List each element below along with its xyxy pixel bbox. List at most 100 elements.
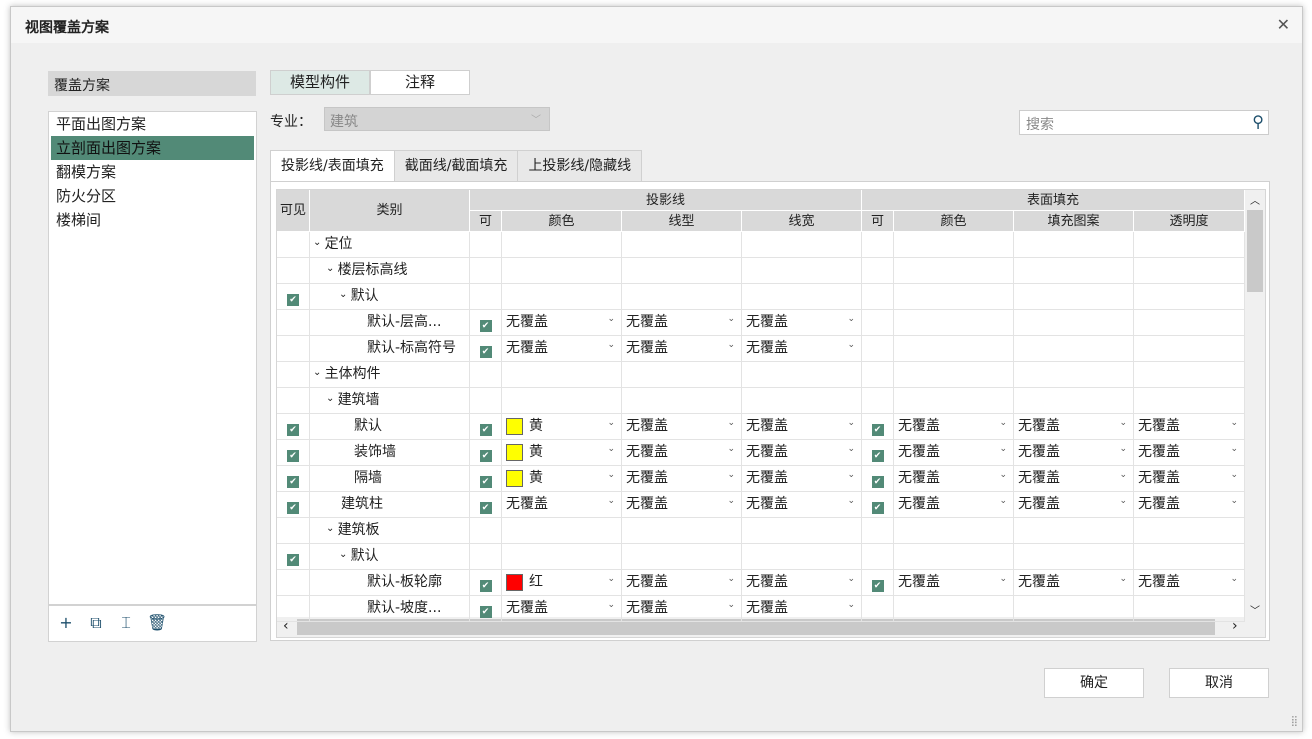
surf-color-select[interactable]: 无覆盖 ⌄: [894, 440, 1014, 466]
proj-color-select[interactable]: 黄 ⌄: [502, 414, 622, 440]
surface-override-cell[interactable]: ✔: [862, 492, 894, 518]
override-checkbox[interactable]: ✔: [479, 606, 492, 618]
proj-linewidth-select[interactable]: 无覆盖 ⌄: [742, 492, 862, 518]
projection-override-cell[interactable]: ✔: [470, 310, 502, 336]
add-icon[interactable]: +: [57, 614, 75, 632]
search-icon[interactable]: ⚲: [1252, 112, 1264, 131]
override-checkbox[interactable]: ✔: [479, 424, 492, 436]
category-cell[interactable]: ⌄ 建筑板: [310, 518, 470, 544]
proj-color-select[interactable]: 无覆盖 ⌄: [502, 492, 622, 518]
resize-grip-icon[interactable]: ⣿: [1291, 716, 1298, 727]
proj-color-select[interactable]: 黄 ⌄: [502, 466, 622, 492]
proj-linewidth-select[interactable]: 无覆盖 ⌄: [742, 310, 862, 336]
projection-override-cell[interactable]: ✔: [470, 570, 502, 596]
duplicate-icon[interactable]: ⧉: [87, 614, 105, 632]
visible-cell[interactable]: ✔: [277, 466, 310, 492]
proj-linetype-select[interactable]: 无覆盖 ⌄: [622, 414, 742, 440]
surf-transparency-select[interactable]: 无覆盖 ⌄: [1134, 492, 1245, 518]
projection-override-cell[interactable]: ✔: [470, 466, 502, 492]
category-cell[interactable]: 默认-板轮廓: [310, 570, 470, 596]
override-checkbox[interactable]: ✔: [479, 476, 492, 488]
override-checkbox[interactable]: ✔: [871, 580, 884, 592]
category-cell[interactable]: ⌄ 默认: [310, 284, 470, 310]
proj-color-select[interactable]: 无覆盖 ⌄: [502, 336, 622, 362]
visible-checkbox[interactable]: ✔: [287, 502, 299, 514]
surf-transparency-select[interactable]: 无覆盖 ⌄: [1134, 570, 1245, 596]
ok-button[interactable]: 确定: [1044, 668, 1144, 698]
projection-override-cell[interactable]: ✔: [470, 336, 502, 362]
proj-linewidth-select[interactable]: 无覆盖 ⌄: [742, 414, 862, 440]
override-checkbox[interactable]: ✔: [479, 320, 492, 332]
surf-pattern-select[interactable]: 无覆盖 ⌄: [1014, 466, 1134, 492]
proj-linetype-select[interactable]: 无覆盖 ⌄: [622, 336, 742, 362]
surf-color-select[interactable]: 无覆盖 ⌄: [894, 570, 1014, 596]
visible-cell[interactable]: ✔: [277, 284, 310, 310]
chevron-expand-icon[interactable]: ⌄: [313, 237, 325, 248]
surf-pattern-select[interactable]: 无覆盖 ⌄: [1014, 440, 1134, 466]
proj-linetype-select[interactable]: 无覆盖 ⌄: [622, 570, 742, 596]
visible-checkbox[interactable]: ✔: [287, 476, 299, 488]
surf-color-select[interactable]: 无覆盖 ⌄: [894, 466, 1014, 492]
override-checkbox[interactable]: ✔: [871, 424, 884, 436]
scheme-item[interactable]: 翻模方案: [51, 160, 254, 184]
chevron-expand-icon[interactable]: ⌄: [339, 549, 351, 560]
proj-linewidth-select[interactable]: 无覆盖 ⌄: [742, 440, 862, 466]
projection-override-cell[interactable]: ✔: [470, 596, 502, 622]
category-cell[interactable]: ⌄ 楼层标高线: [310, 258, 470, 284]
proj-linetype-select[interactable]: 无覆盖 ⌄: [622, 466, 742, 492]
visible-cell[interactable]: ✔: [277, 544, 310, 570]
scheme-item[interactable]: 立剖面出图方案: [51, 136, 254, 160]
proj-linetype-select[interactable]: 无覆盖 ⌄: [622, 440, 742, 466]
category-cell[interactable]: ⌄ 主体构件: [310, 362, 470, 388]
category-cell[interactable]: 默认: [310, 414, 470, 440]
proj-color-select[interactable]: 红 ⌄: [502, 570, 622, 596]
proj-linewidth-select[interactable]: 无覆盖 ⌄: [742, 596, 862, 622]
proj-linewidth-select[interactable]: 无覆盖 ⌄: [742, 570, 862, 596]
visible-checkbox[interactable]: ✔: [287, 424, 299, 436]
scroll-thumb[interactable]: [1247, 210, 1263, 292]
surf-transparency-select[interactable]: 无覆盖 ⌄: [1134, 466, 1245, 492]
category-cell[interactable]: ⌄ 默认: [310, 544, 470, 570]
specialty-select[interactable]: 建筑 ﹀: [324, 107, 550, 131]
proj-linetype-select[interactable]: 无覆盖 ⌄: [622, 596, 742, 622]
override-checkbox[interactable]: ✔: [871, 450, 884, 462]
category-cell[interactable]: 建筑柱: [310, 492, 470, 518]
category-cell[interactable]: 装饰墙: [310, 440, 470, 466]
surface-override-cell[interactable]: ✔: [862, 570, 894, 596]
surf-color-select[interactable]: 无覆盖 ⌄: [894, 492, 1014, 518]
visible-cell[interactable]: ✔: [277, 492, 310, 518]
tab-cut-line-fill[interactable]: 截面线/截面填充: [393, 150, 519, 182]
visible-checkbox[interactable]: ✔: [287, 450, 299, 462]
visible-cell[interactable]: ✔: [277, 414, 310, 440]
visible-cell[interactable]: ✔: [277, 440, 310, 466]
surf-pattern-select[interactable]: 无覆盖 ⌄: [1014, 492, 1134, 518]
scheme-item[interactable]: 楼梯间: [51, 208, 254, 232]
category-cell[interactable]: 默认-坡度...: [310, 596, 470, 622]
scroll-down-icon[interactable]: ﹀: [1250, 602, 1260, 617]
category-cell[interactable]: 默认-层高...: [310, 310, 470, 336]
proj-color-select[interactable]: 无覆盖 ⌄: [502, 596, 622, 622]
vertical-scrollbar[interactable]: ︿ ﹀: [1245, 190, 1265, 619]
category-cell[interactable]: ⌄ 建筑墙: [310, 388, 470, 414]
close-icon[interactable]: ✕: [1277, 15, 1290, 34]
surf-transparency-select[interactable]: 无覆盖 ⌄: [1134, 440, 1245, 466]
override-checkbox[interactable]: ✔: [871, 502, 884, 514]
chevron-expand-icon[interactable]: ⌄: [313, 367, 325, 378]
rename-icon[interactable]: ⌶: [117, 614, 135, 632]
projection-override-cell[interactable]: ✔: [470, 414, 502, 440]
category-cell[interactable]: ⌄ 定位: [310, 232, 470, 258]
delete-icon[interactable]: 🗑: [147, 614, 167, 632]
projection-override-cell[interactable]: ✔: [470, 440, 502, 466]
override-checkbox[interactable]: ✔: [479, 580, 492, 592]
surface-override-cell[interactable]: ✔: [862, 466, 894, 492]
proj-linewidth-select[interactable]: 无覆盖 ⌄: [742, 336, 862, 362]
proj-color-select[interactable]: 无覆盖 ⌄: [502, 310, 622, 336]
scroll-up-icon[interactable]: ︿: [1250, 192, 1260, 207]
surf-pattern-select[interactable]: 无覆盖 ⌄: [1014, 570, 1134, 596]
chevron-expand-icon[interactable]: ⌄: [326, 393, 338, 404]
surface-override-cell[interactable]: ✔: [862, 440, 894, 466]
category-cell[interactable]: 隔墙: [310, 466, 470, 492]
scheme-item[interactable]: 防火分区: [51, 184, 254, 208]
visible-checkbox[interactable]: ✔: [287, 294, 299, 306]
tab-projection-surface[interactable]: 投影线/表面填充: [270, 150, 395, 182]
